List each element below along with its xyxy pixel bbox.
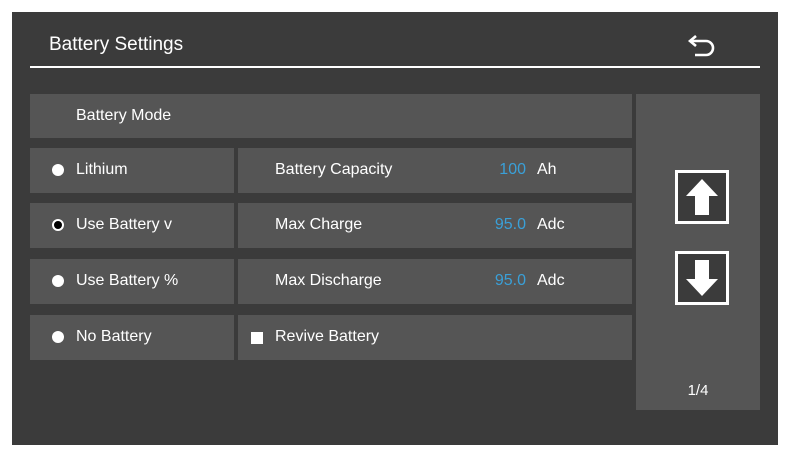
max-charge-row: Max Charge 95.0 Adc <box>238 203 632 248</box>
max-charge-label: Max Charge <box>275 216 363 233</box>
max-charge-value[interactable]: 95.0 <box>495 216 526 234</box>
mode-option-label: Use Battery v <box>76 216 173 233</box>
mode-option-no-battery[interactable]: No Battery <box>30 315 234 360</box>
mode-option-use-battery-percent[interactable]: Use Battery % <box>30 259 234 304</box>
mode-option-label: No Battery <box>76 328 152 345</box>
revive-battery-label: Revive Battery <box>275 328 380 345</box>
mode-option-label: Lithium <box>76 161 128 178</box>
max-charge-unit: Adc <box>537 216 565 233</box>
back-button[interactable] <box>684 30 720 60</box>
scroll-up-button[interactable] <box>675 170 729 224</box>
max-discharge-value[interactable]: 95.0 <box>495 272 526 290</box>
max-discharge-row: Max Discharge 95.0 Adc <box>238 259 632 304</box>
radio-lithium[interactable] <box>52 164 64 176</box>
arrow-up-icon <box>686 179 718 215</box>
revive-battery-row[interactable]: Revive Battery <box>238 315 632 360</box>
max-discharge-unit: Adc <box>537 272 565 289</box>
title-divider <box>30 66 760 68</box>
arrow-down-icon <box>686 260 718 296</box>
radio-no-battery[interactable] <box>52 331 64 343</box>
mode-option-label: Use Battery % <box>76 272 179 289</box>
scroll-down-button[interactable] <box>675 251 729 305</box>
page-indicator: 1/4 <box>687 382 709 399</box>
radio-use-battery-percent[interactable] <box>52 275 64 287</box>
mode-option-lithium[interactable]: Lithium <box>30 148 234 193</box>
revive-battery-checkbox[interactable] <box>251 332 263 344</box>
battery-mode-header: Battery Mode <box>30 94 632 138</box>
battery-capacity-value[interactable]: 100 <box>499 161 526 179</box>
radio-use-battery-v[interactable] <box>52 219 64 231</box>
page-title: Battery Settings <box>49 34 184 55</box>
max-discharge-label: Max Discharge <box>275 272 382 289</box>
battery-settings-screen: Battery Settings Battery Mode Lithium Us… <box>12 12 778 445</box>
back-arrow-icon <box>687 35 715 57</box>
battery-capacity-label: Battery Capacity <box>275 161 393 178</box>
battery-mode-heading: Battery Mode <box>76 107 172 124</box>
battery-capacity-row: Battery Capacity 100 Ah <box>238 148 632 193</box>
mode-option-use-battery-v[interactable]: Use Battery v <box>30 203 234 248</box>
battery-capacity-unit: Ah <box>537 161 557 178</box>
